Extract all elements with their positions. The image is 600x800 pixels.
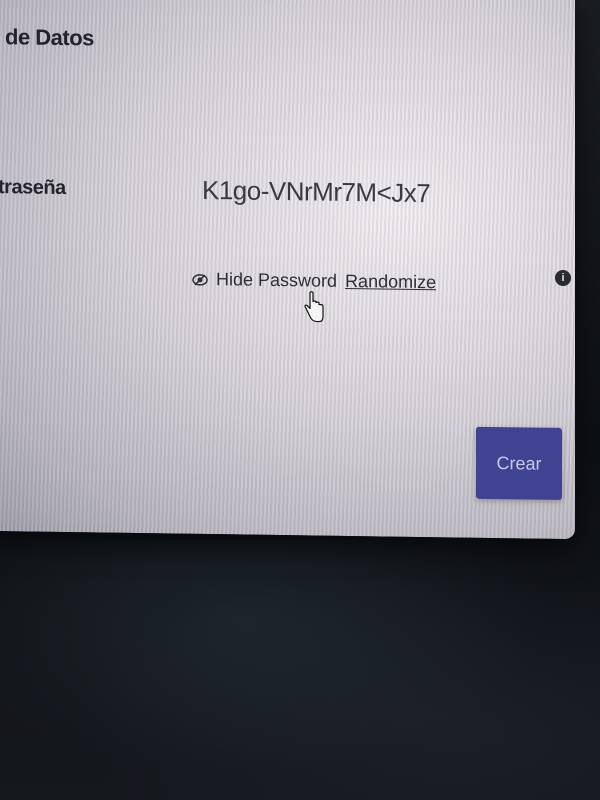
info-icon[interactable]: i	[555, 269, 571, 287]
screen-bezel-reflection	[0, 540, 600, 800]
eye-icon[interactable]	[192, 271, 208, 287]
photo-stage: de Datos traseña K1go-VNrMr7M<Jx7 Hide P…	[0, 0, 600, 800]
hand-pointer-icon	[303, 290, 325, 324]
hide-password-link[interactable]: Hide Password	[216, 269, 337, 292]
randomize-link[interactable]: Randomize	[345, 271, 436, 293]
form-panel: de Datos traseña K1go-VNrMr7M<Jx7 Hide P…	[0, 0, 575, 540]
page-title: de Datos	[5, 24, 94, 51]
create-button[interactable]: Crear	[476, 426, 562, 500]
password-field[interactable]: K1go-VNrMr7M<Jx7	[202, 175, 430, 209]
password-label: traseña	[0, 176, 66, 200]
